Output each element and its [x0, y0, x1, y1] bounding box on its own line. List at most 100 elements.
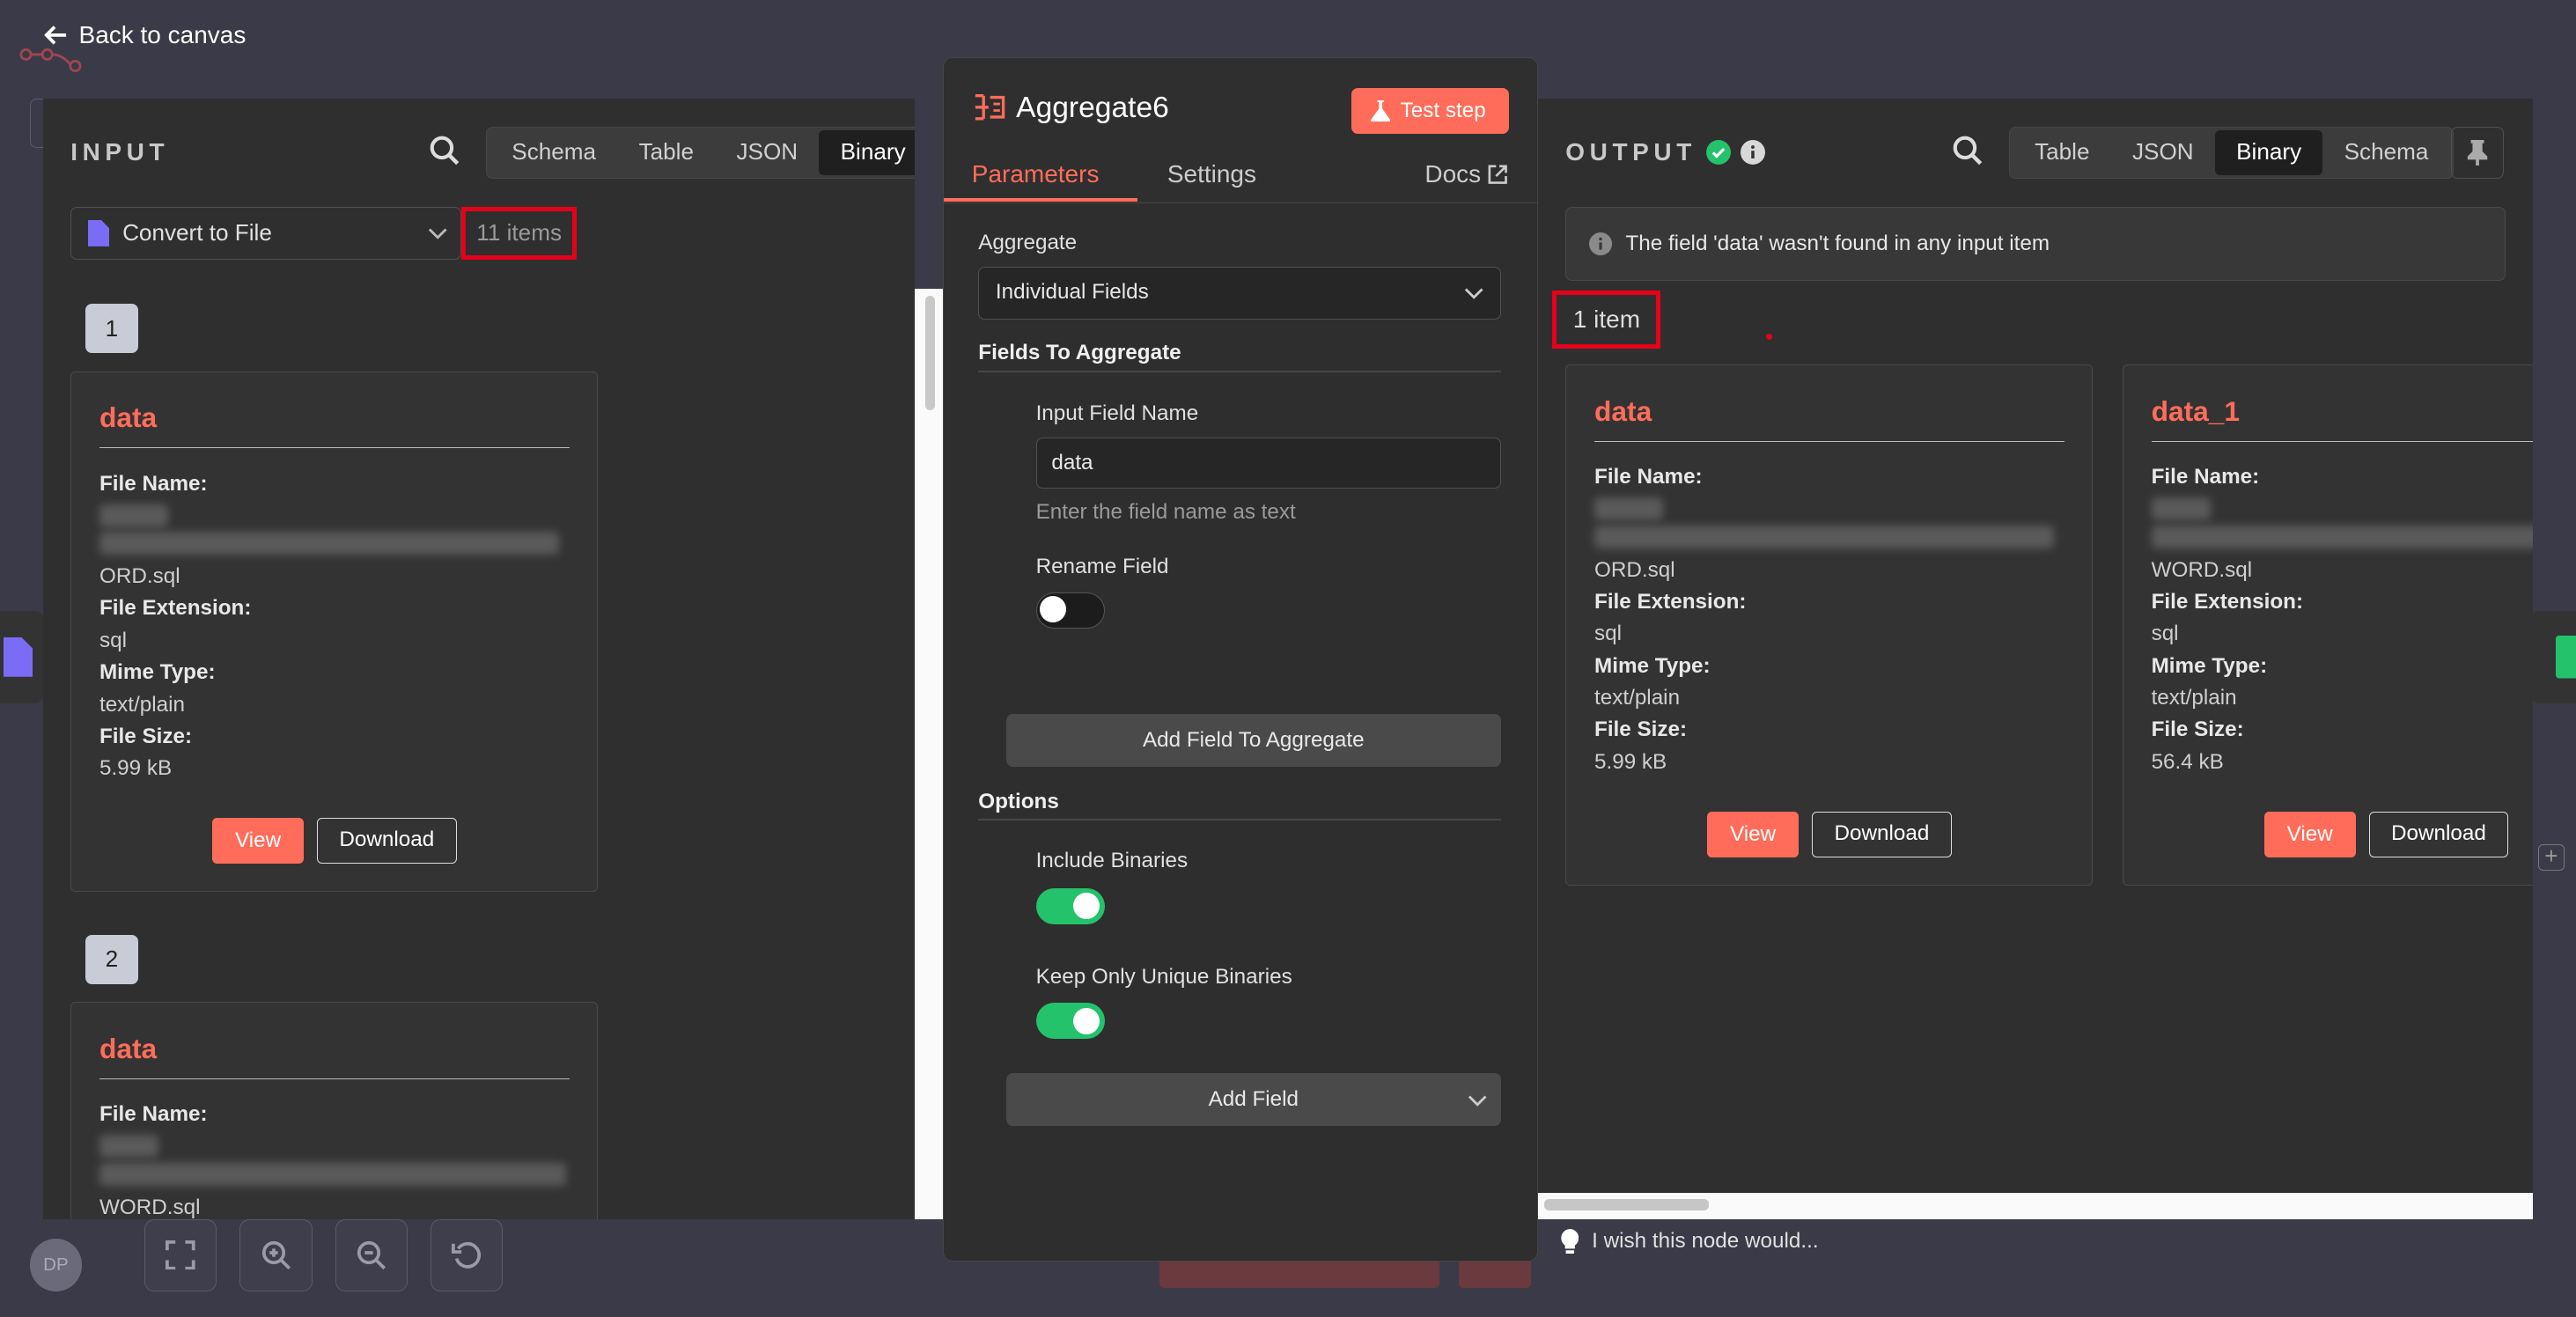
binary-card: data File Name: WORD.sql	[70, 1002, 599, 1219]
file-size-value: 56.4 kB	[2151, 749, 2224, 774]
mime-type-label: Mime Type:	[2151, 653, 2268, 678]
file-size-value: 5.99 kB	[99, 756, 173, 781]
add-field-button[interactable]: Add Field	[1005, 1073, 1501, 1127]
keep-unique-binaries-toggle[interactable]	[1035, 1003, 1105, 1040]
input-node-handle[interactable]	[0, 611, 45, 703]
n8n-logo-icon	[19, 48, 82, 72]
search-icon[interactable]	[429, 135, 461, 167]
options-heading: Options	[978, 789, 1059, 813]
redacted-text	[2151, 525, 2534, 548]
output-horizontal-scrollbar[interactable]	[1537, 1192, 2534, 1219]
input-node-select[interactable]: Convert to File	[70, 207, 462, 260]
tab-settings[interactable]: Settings	[1167, 160, 1256, 188]
toggle-knob	[1073, 893, 1100, 920]
info-icon	[1589, 232, 1613, 256]
rename-field-label: Rename Field	[1035, 554, 1169, 578]
redacted-text	[1594, 525, 2055, 548]
view-button[interactable]: View	[211, 817, 305, 865]
redacted-text	[99, 532, 560, 555]
add-node-icon[interactable]: +	[2537, 844, 2565, 871]
info-icon[interactable]	[1741, 139, 1766, 165]
scrollbar-thumb[interactable]	[924, 295, 935, 411]
zoom-out-button[interactable]	[335, 1218, 408, 1291]
avatar[interactable]: DP	[29, 1238, 83, 1291]
file-name-value: WORD.sql	[99, 1195, 201, 1219]
node-title[interactable]: Aggregate6	[1016, 92, 1169, 125]
input-field-name-label: Input Field Name	[1035, 401, 1199, 426]
file-name-label: File Name:	[2151, 465, 2260, 489]
file-size-label: File Size:	[2151, 717, 2244, 742]
tab-schema[interactable]: Schema	[490, 130, 617, 174]
chevron-down-icon	[1464, 288, 1483, 299]
input-field-hint: Enter the field name as text	[1035, 500, 1296, 525]
input-node-select-value: Convert to File	[122, 219, 272, 246]
flask-icon	[1371, 99, 1391, 122]
download-button[interactable]: Download	[1812, 811, 1952, 857]
mime-type-value: text/plain	[2151, 686, 2237, 710]
search-icon[interactable]	[1952, 135, 1984, 167]
rename-field-toggle[interactable]	[1035, 592, 1105, 629]
output-notice: The field 'data' wasn't found in any inp…	[1565, 207, 2506, 282]
tab-binary[interactable]: Binary	[819, 130, 916, 175]
file-name-value: ORD.sql	[99, 564, 180, 589]
divider	[978, 819, 1501, 821]
view-button[interactable]: View	[1706, 811, 1800, 857]
item-index-badge: 1	[85, 304, 138, 354]
scrollbar-thumb[interactable]	[1544, 1199, 1709, 1211]
docs-link[interactable]: Docs	[1424, 160, 1507, 188]
include-binaries-label: Include Binaries	[1035, 848, 1189, 872]
tab-json[interactable]: JSON	[715, 130, 819, 174]
fit-view-button[interactable]	[144, 1218, 217, 1291]
file-extension-value: sql	[2151, 622, 2179, 646]
file-extension-value: sql	[99, 628, 127, 652]
chevron-down-icon	[1468, 1095, 1487, 1107]
feedback-text: I wish this node would...	[1592, 1228, 1819, 1253]
tab-binary[interactable]: Binary	[2214, 130, 2323, 175]
add-field-to-aggregate-button[interactable]: Add Field To Aggregate	[1005, 713, 1501, 767]
input-items-count: 11 items	[461, 207, 577, 260]
zoom-out-icon	[357, 1240, 386, 1269]
view-button[interactable]: View	[2263, 811, 2356, 857]
tab-parameters[interactable]: Parameters	[972, 160, 1100, 188]
pin-icon	[2467, 139, 2488, 166]
aggregate-select[interactable]: Individual Fields	[978, 267, 1501, 320]
pin-data-button[interactable]	[2451, 126, 2504, 180]
binary-field-name: data_1	[2151, 395, 2534, 442]
file-extension-label: File Extension:	[99, 596, 252, 621]
back-to-canvas-label: Back to canvas	[78, 21, 247, 49]
fields-to-aggregate-heading: Fields To Aggregate	[978, 341, 1181, 365]
binary-card: data File Name: ORD.sql File Extension: …	[1565, 364, 2094, 886]
file-icon	[3, 636, 33, 677]
zip-icon	[2556, 636, 2576, 679]
tab-json[interactable]: JSON	[2111, 130, 2215, 174]
aggregate-icon	[975, 94, 1005, 121]
binary-field-name: data	[99, 401, 570, 449]
feedback-link[interactable]: I wish this node would...	[1560, 1228, 1819, 1254]
file-name-label: File Name:	[99, 471, 208, 496]
input-field-name-input[interactable]	[1035, 438, 1501, 489]
tab-table[interactable]: Table	[2013, 130, 2111, 174]
tab-schema[interactable]: Schema	[2322, 130, 2449, 174]
file-icon	[87, 220, 110, 246]
expand-icon	[166, 1240, 196, 1270]
file-name-label: File Name:	[1594, 465, 1703, 489]
download-button[interactable]: Download	[317, 817, 457, 865]
reset-zoom-button[interactable]	[430, 1218, 503, 1291]
input-scrollbar-track[interactable]	[915, 289, 945, 1219]
output-node-handle[interactable]	[2529, 611, 2576, 703]
tab-table[interactable]: Table	[617, 130, 715, 174]
check-circle-icon	[1706, 139, 1732, 165]
annotation-dot	[1765, 333, 1773, 341]
zoom-in-button[interactable]	[239, 1218, 313, 1291]
input-panel-title: INPUT	[70, 137, 170, 166]
external-link-icon	[1488, 165, 1507, 184]
binary-field-name: data	[99, 1033, 570, 1079]
file-size-label: File Size:	[99, 724, 193, 748]
include-binaries-toggle[interactable]	[1035, 887, 1105, 924]
mime-type-label: Mime Type:	[99, 660, 216, 685]
download-button[interactable]: Download	[2368, 811, 2509, 857]
mime-type-value: text/plain	[1594, 686, 1681, 710]
test-step-button[interactable]: Test step	[1351, 87, 1509, 135]
node-header: Aggregate6 Test step Parameters Settings…	[944, 58, 1537, 203]
keep-unique-binaries-label: Keep Only Unique Binaries	[1035, 965, 1292, 990]
